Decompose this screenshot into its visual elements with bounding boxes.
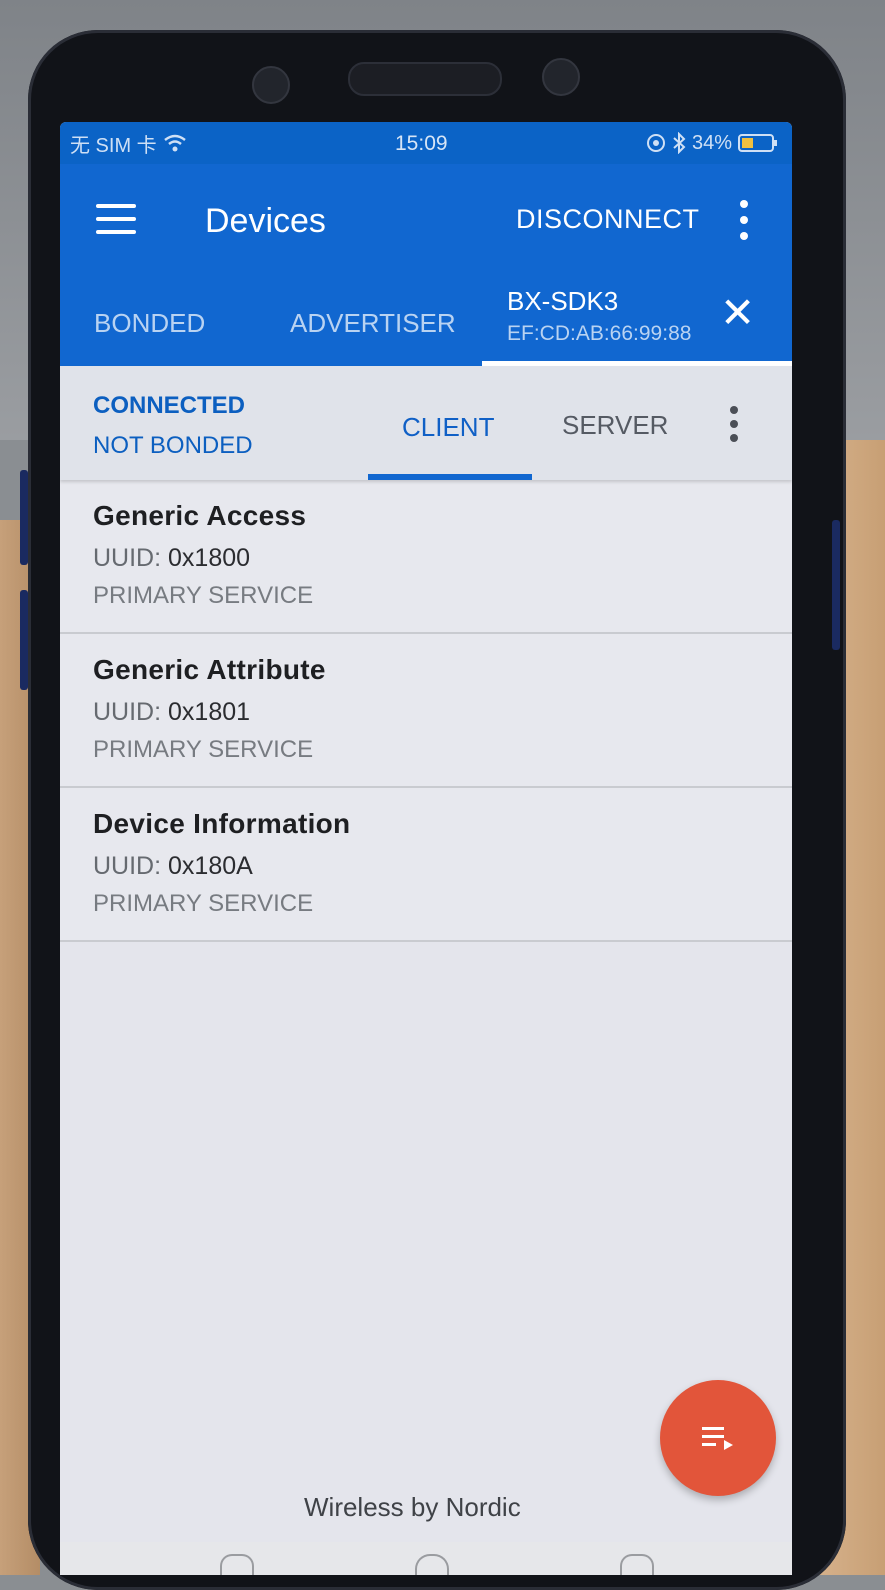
service-name: Generic Attribute — [93, 654, 326, 685]
volume-button — [20, 470, 28, 565]
battery-icon — [738, 134, 777, 152]
status-bar: 无 SIM 卡 15:09 34% — [60, 122, 792, 164]
more-options-icon[interactable] — [738, 200, 750, 240]
service-list: Generic Access UUID: 0x1800 PRIMARY SERV… — [60, 480, 792, 942]
service-item[interactable]: Generic Attribute UUID: 0x1801 PRIMARY S… — [60, 634, 792, 788]
wifi-icon — [163, 134, 186, 152]
service-item[interactable]: Generic Access UUID: 0x1800 PRIMARY SERV… — [60, 480, 792, 634]
menu-icon[interactable] — [96, 204, 136, 234]
service-uuid: UUID: 0x1800 — [93, 544, 251, 572]
alarm-icon — [646, 134, 665, 152]
battery-percent: 34% — [691, 131, 732, 154]
front-camera — [252, 66, 290, 104]
front-sensor — [542, 58, 580, 96]
log-fab-button[interactable] — [660, 1380, 776, 1496]
playlist-play-icon — [702, 1427, 733, 1450]
nav-back-hint — [220, 1554, 254, 1575]
service-type: PRIMARY SERVICE — [93, 582, 314, 609]
service-type: PRIMARY SERVICE — [93, 736, 314, 763]
bluetooth-icon — [673, 132, 686, 154]
earpiece — [348, 62, 502, 96]
tab-server[interactable]: SERVER — [562, 410, 668, 441]
service-name: Device Information — [93, 808, 351, 839]
connection-more-icon[interactable] — [728, 406, 740, 442]
carrier-label: 无 SIM 卡 — [70, 134, 157, 157]
volume-button-lower — [20, 590, 28, 690]
connection-state: CONNECTED — [93, 392, 246, 419]
service-name: Generic Access — [93, 500, 307, 531]
tab-device-address: EF:CD:AB:66:99:88 — [507, 322, 692, 345]
close-icon[interactable]: ✕ — [720, 292, 755, 334]
service-uuid: UUID: 0x1801 — [93, 698, 251, 726]
power-button — [832, 520, 840, 650]
tab-client[interactable]: CLIENT — [402, 412, 494, 443]
tab-advertiser[interactable]: ADVERTISER — [290, 308, 456, 339]
nav-home-hint — [415, 1554, 449, 1575]
app-bar: Devices DISCONNECT — [60, 164, 792, 272]
footer-brand: Wireless by Nordic — [304, 1492, 521, 1522]
bond-state: NOT BONDED — [93, 432, 253, 459]
service-uuid: UUID: 0x180A — [93, 852, 253, 880]
page-title: Devices — [205, 202, 326, 240]
connection-bar: CONNECTED NOT BONDED CLIENT SERVER — [60, 366, 792, 480]
app-screen: 无 SIM 卡 15:09 34% Devices DISCONNECT BON… — [60, 122, 792, 1575]
service-item[interactable]: Device Information UUID: 0x180A PRIMARY … — [60, 788, 792, 942]
device-tab-bar: BONDED ADVERTISER BX-SDK3 EF:CD:AB:66:99… — [60, 272, 792, 366]
status-time: 15:09 — [395, 132, 448, 155]
tab-bonded[interactable]: BONDED — [94, 308, 205, 339]
nav-recents-hint — [620, 1554, 654, 1575]
disconnect-button[interactable]: DISCONNECT — [516, 204, 700, 235]
tab-device-name[interactable]: BX-SDK3 — [507, 286, 618, 317]
service-type: PRIMARY SERVICE — [93, 890, 314, 917]
